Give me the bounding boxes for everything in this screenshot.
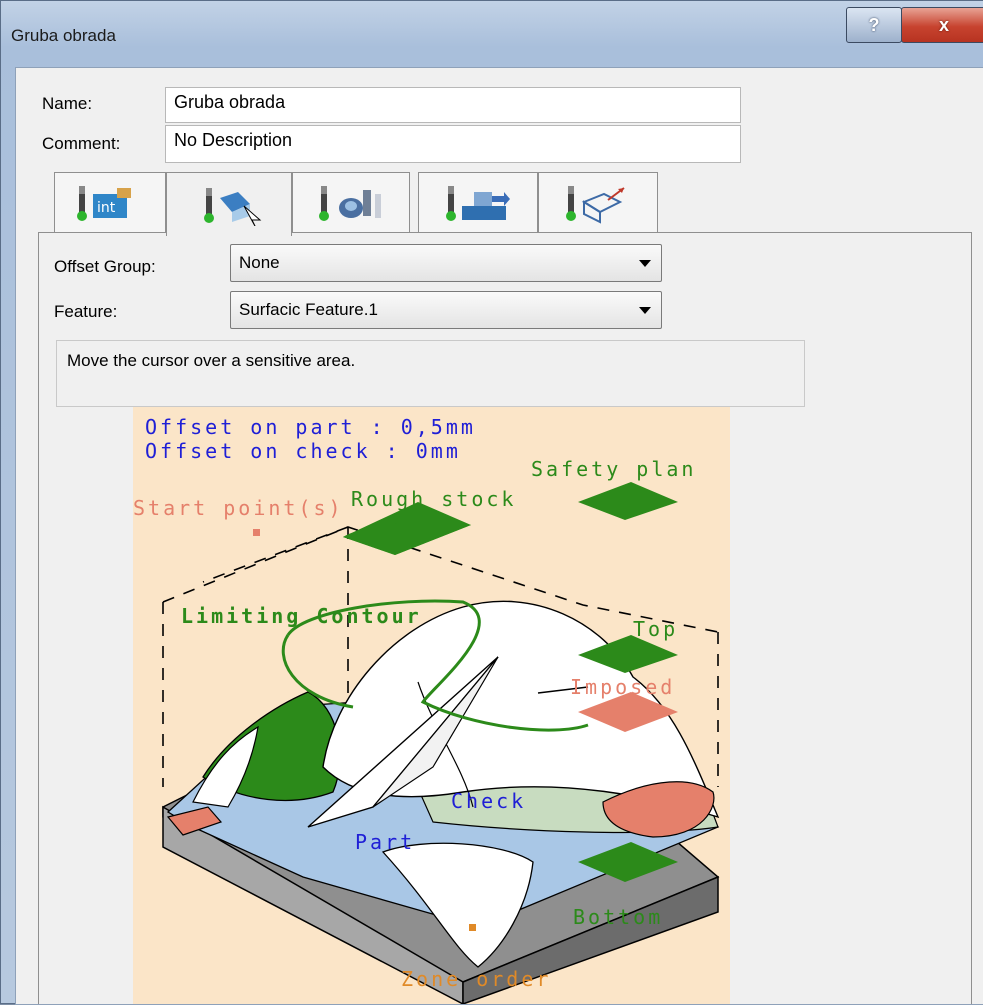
tab-geometry[interactable] — [166, 172, 292, 236]
feeds-speeds-icon — [446, 185, 510, 221]
help-button[interactable]: ? — [846, 7, 902, 43]
chevron-down-icon — [639, 260, 651, 267]
close-icon: x — [938, 14, 949, 35]
help-icon: ? — [868, 14, 880, 35]
title-bar[interactable]: Gruba obrada ? x — [1, 1, 983, 61]
tab-feeds-speeds[interactable] — [418, 172, 538, 232]
safety-plan-area[interactable]: Safety plan — [531, 457, 696, 481]
part-area[interactable]: Part — [355, 830, 415, 854]
top-area[interactable]: Top — [633, 617, 678, 641]
tab-macros[interactable] — [538, 172, 658, 232]
geometry-icon — [204, 187, 262, 226]
feature-value: Surfacic Feature.1 — [239, 300, 378, 319]
limiting-contour-area[interactable]: Limiting Contour — [181, 604, 422, 628]
offset-group-label: Offset Group: — [54, 257, 156, 276]
offset-on-check-label: Offset on check : 0mm — [145, 439, 461, 463]
svg-text:int: int — [97, 200, 116, 216]
tab-tool[interactable] — [292, 172, 410, 232]
zone-order-area[interactable]: Zone order — [401, 967, 551, 991]
name-input[interactable]: Gruba obrada — [165, 87, 741, 123]
comment-label: Comment: — [42, 134, 121, 153]
rough-stock-area[interactable]: Rough stock — [351, 487, 516, 511]
chevron-down-icon — [639, 307, 651, 314]
feature-label: Feature: — [54, 302, 118, 321]
tool-icon — [319, 185, 381, 221]
feature-select[interactable]: Surfacic Feature.1 — [230, 291, 662, 329]
offset-on-part-label: Offset on part : 0,5mm — [145, 415, 476, 439]
imposed-area[interactable]: Imposed — [570, 675, 675, 699]
window-title: Gruba obrada — [11, 26, 116, 45]
close-button[interactable]: x — [901, 7, 983, 43]
offset-group-select[interactable]: None — [230, 244, 662, 282]
info-message-box: Move the cursor over a sensitive area. — [56, 340, 805, 407]
strategy-icon: int — [77, 185, 131, 221]
macros-icon — [566, 185, 625, 224]
geometry-diagram[interactable]: Offset on part : 0,5mm Offset on check :… — [133, 407, 730, 1004]
offset-group-value: None — [239, 253, 280, 272]
name-label: Name: — [42, 94, 93, 113]
info-message: Move the cursor over a sensitive area. — [67, 351, 356, 370]
bottom-area[interactable]: Bottom — [573, 905, 663, 929]
comment-input[interactable]: No Description — [165, 125, 741, 163]
start-points-area[interactable]: Start point(s) — [133, 496, 344, 520]
tab-strategy[interactable]: int — [54, 172, 166, 232]
check-area[interactable]: Check — [451, 789, 526, 813]
